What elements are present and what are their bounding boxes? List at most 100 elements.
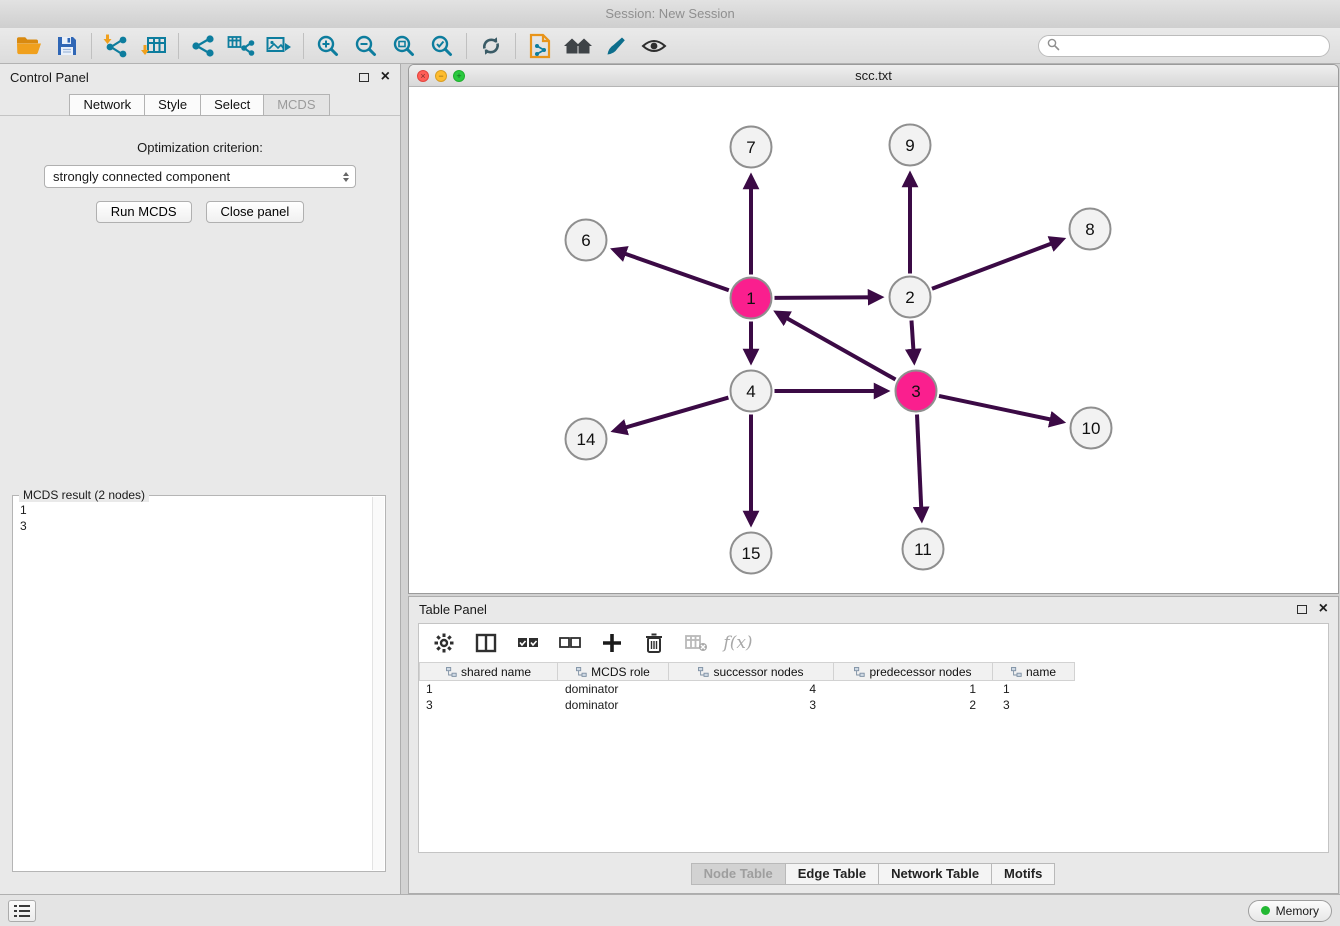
node-9[interactable]: 9 [890,125,931,166]
svg-text:2: 2 [905,288,914,307]
toolbar-separator [91,33,92,59]
criterion-dropdown[interactable]: strongly connected component [44,165,356,188]
node-11[interactable]: 11 [903,529,944,570]
node-7[interactable]: 7 [731,127,772,168]
close-panel-icon[interactable] [381,72,390,82]
edge-1-6[interactable] [615,250,729,290]
table-panel: Table Panel [408,596,1339,894]
float-table-panel-icon[interactable] [1297,605,1307,614]
column-header-successor-nodes[interactable]: successor nodes [668,662,834,681]
network-window-title: scc.txt [855,68,892,83]
node-2[interactable]: 2 [890,277,931,318]
edge-3-10[interactable] [939,396,1061,422]
node-15[interactable]: 15 [731,533,772,574]
node-4[interactable]: 4 [731,371,772,412]
zoom-fit-icon[interactable] [385,31,423,61]
network-window: scc.txt 7 9 6 8 1 2 4 3 14 10 15 11 [408,64,1339,594]
memory-label: Memory [1276,904,1319,918]
export-image-icon[interactable] [260,31,298,61]
control-panel-header: Control Panel [0,64,400,90]
cell-name: 1 [996,681,1079,697]
tab-node-table[interactable]: Node Table [691,863,786,885]
memory-button[interactable]: Memory [1248,900,1332,922]
new-network-icon[interactable] [184,31,222,61]
tab-style[interactable]: Style [144,94,201,116]
table-tabs: Node TableEdge TableNetwork TableMotifs [409,863,1338,885]
unselect-all-rows-icon[interactable] [557,629,583,657]
run-mcds-button[interactable]: Run MCDS [96,201,192,223]
table-row[interactable]: 3dominator323 [419,697,1328,713]
column-header-name[interactable]: name [992,662,1075,681]
dropdown-stepper-icon [343,172,349,182]
search-box[interactable] [1038,35,1330,57]
table-panel-header: Table Panel [409,597,1338,621]
svg-text:1: 1 [746,289,755,308]
tab-motifs[interactable]: Motifs [991,863,1055,885]
svg-text:11: 11 [914,540,932,559]
refresh-layout-icon[interactable] [472,31,510,61]
network-snapshot-icon[interactable] [521,31,559,61]
result-scrollbar[interactable] [372,497,384,870]
search-input[interactable] [1060,39,1329,54]
network-from-table-icon[interactable] [222,31,260,61]
node-14[interactable]: 14 [566,419,607,460]
save-session-icon[interactable] [48,31,86,61]
column-header-predecessor-nodes[interactable]: predecessor nodes [833,662,993,681]
edge-3-1[interactable] [778,313,896,380]
tab-network-table[interactable]: Network Table [878,863,992,885]
zoom-out-icon[interactable] [347,31,385,61]
cell-mcds-role: dominator [558,681,670,697]
eye-icon[interactable] [635,31,673,61]
toggle-columns-icon[interactable] [473,629,499,657]
edge-2-3[interactable] [912,321,915,361]
style-brush-icon[interactable] [597,31,635,61]
control-panel: Control Panel NetworkStyleSelectMCDS Opt… [0,64,401,894]
zoom-in-icon[interactable] [309,31,347,61]
search-icon [1047,38,1060,54]
network-window-titlebar[interactable]: scc.txt [409,65,1338,87]
close-table-panel-icon[interactable] [1319,604,1328,614]
minimize-window-icon[interactable] [435,70,447,82]
column-header-mcds-role[interactable]: MCDS role [557,662,669,681]
edge-2-8[interactable] [932,240,1062,289]
import-table-icon[interactable] [135,31,173,61]
edge-1-2[interactable] [775,297,880,298]
tab-select[interactable]: Select [200,94,264,116]
svg-text:3: 3 [911,382,920,401]
close-panel-button[interactable]: Close panel [206,201,305,223]
tab-network[interactable]: Network [69,94,145,116]
edge-3-11[interactable] [917,415,922,519]
open-session-icon[interactable] [10,31,48,61]
zoom-selected-icon[interactable] [423,31,461,61]
tab-edge-table[interactable]: Edge Table [785,863,879,885]
table-settings-icon[interactable] [431,629,457,657]
float-panel-icon[interactable] [359,73,369,82]
edge-4-14[interactable] [615,398,728,431]
node-8[interactable]: 8 [1070,209,1111,250]
cell-shared-name: 3 [419,697,558,713]
node-6[interactable]: 6 [566,220,607,261]
node-10[interactable]: 10 [1071,408,1112,449]
maximize-window-icon[interactable] [453,70,465,82]
criterion-value: strongly connected component [53,169,230,184]
column-header-shared-name[interactable]: shared name [419,662,558,681]
select-all-rows-icon[interactable] [515,629,541,657]
home-icon[interactable] [559,31,597,61]
node-1[interactable]: 1 [731,278,772,319]
main-area: Control Panel NetworkStyleSelectMCDS Opt… [0,64,1340,894]
close-window-icon[interactable] [417,70,429,82]
task-history-button[interactable] [8,900,36,922]
svg-text:4: 4 [746,382,755,401]
import-network-icon[interactable] [97,31,135,61]
network-canvas[interactable]: 7 9 6 8 1 2 4 3 14 10 15 11 [409,87,1338,593]
add-row-icon[interactable] [599,629,625,657]
table-toolbar [419,624,1328,662]
delete-rows-icon[interactable] [641,629,667,657]
node-3[interactable]: 3 [896,371,937,412]
table-row[interactable]: 1dominator411 [419,681,1328,697]
tab-mcds[interactable]: MCDS [263,94,329,116]
table-panel-title: Table Panel [419,602,487,617]
window-title: Session: New Session [605,6,734,21]
svg-text:14: 14 [577,430,596,449]
mcds-result-box: MCDS result (2 nodes) 13 [12,495,386,872]
